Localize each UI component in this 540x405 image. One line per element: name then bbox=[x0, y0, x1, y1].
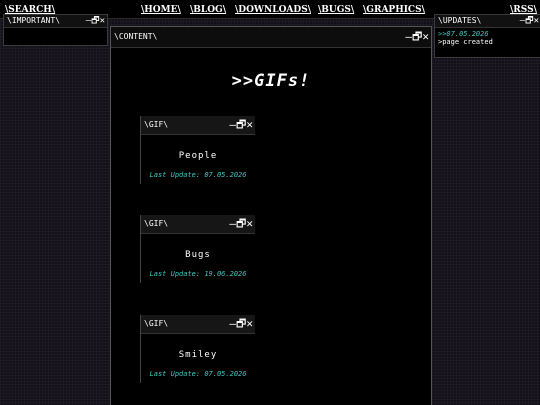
close-icon[interactable]: ✕ bbox=[534, 15, 540, 27]
close-icon[interactable]: ✕ bbox=[246, 116, 253, 134]
update-entry: >page created bbox=[438, 38, 493, 46]
gif-card-titlebar: \GIF\ —🗗✕ bbox=[141, 215, 255, 234]
updates-window-title: \UPDATES\ bbox=[438, 16, 482, 25]
gif-card-titlebar: \GIF\ —🗗✕ bbox=[141, 315, 255, 334]
gif-card-name[interactable]: Smiley bbox=[141, 350, 255, 360]
gif-card-titlebar: \GIF\ —🗗✕ bbox=[141, 116, 255, 135]
gif-card-people[interactable]: \GIF\ —🗗✕ People Last Update: 07.05.2026 bbox=[140, 116, 255, 184]
gif-card-name[interactable]: People bbox=[141, 151, 255, 161]
restore-icon[interactable]: 🗗 bbox=[236, 315, 246, 333]
gif-card-last-update: Last Update: 07.05.2026 bbox=[149, 370, 247, 378]
important-window-title: \IMPORTANT\ bbox=[7, 16, 60, 25]
minimize-icon[interactable]: — bbox=[405, 27, 412, 47]
close-icon[interactable]: ✕ bbox=[246, 315, 253, 333]
restore-icon[interactable]: 🗗 bbox=[236, 116, 246, 134]
gif-card-name[interactable]: Bugs bbox=[141, 250, 255, 260]
content-window-titlebar: \CONTENT\ —🗗✕ bbox=[111, 27, 431, 48]
updates-body: >>07.05.2026 >page created bbox=[435, 28, 540, 48]
update-date: >>07.05.2026 bbox=[438, 30, 489, 38]
updates-window-titlebar: \UPDATES\ —🗗✕ bbox=[435, 15, 540, 28]
nav-bugs-link[interactable]: \BUGS\ bbox=[318, 5, 354, 15]
minimize-icon[interactable]: — bbox=[86, 15, 92, 27]
gif-card-title: \GIF\ bbox=[144, 120, 169, 129]
restore-icon[interactable]: 🗗 bbox=[412, 27, 422, 47]
gif-card-last-update: Last Update: 19.06.2026 bbox=[149, 270, 247, 278]
minimize-icon[interactable]: — bbox=[229, 116, 236, 134]
close-icon[interactable]: ✕ bbox=[422, 27, 429, 47]
nav-downloads-link[interactable]: \DOWNLOADS\ bbox=[235, 5, 311, 15]
close-icon[interactable]: ✕ bbox=[100, 15, 106, 27]
nav-graphics-link[interactable]: \GRAPHICS\ bbox=[363, 5, 425, 15]
gif-card-title: \GIF\ bbox=[144, 219, 169, 228]
gif-card-smiley[interactable]: \GIF\ —🗗✕ Smiley Last Update: 07.05.2026 bbox=[140, 315, 255, 383]
gif-card-bugs[interactable]: \GIF\ —🗗✕ Bugs Last Update: 19.06.2026 bbox=[140, 215, 255, 283]
important-window: \IMPORTANT\ —🗗✕ bbox=[3, 14, 108, 46]
restore-icon[interactable]: 🗗 bbox=[525, 15, 534, 27]
restore-icon[interactable]: 🗗 bbox=[91, 15, 100, 27]
nav-blog-link[interactable]: \BLOG\ bbox=[190, 5, 226, 15]
minimize-icon[interactable]: — bbox=[520, 15, 526, 27]
content-window: \CONTENT\ —🗗✕ >>GIFs! \GIF\ —🗗✕ People L… bbox=[110, 26, 432, 405]
content-window-title: \CONTENT\ bbox=[114, 32, 158, 41]
updates-window: \UPDATES\ —🗗✕ >>07.05.2026 >page created bbox=[434, 14, 540, 58]
minimize-icon[interactable]: — bbox=[229, 315, 236, 333]
nav-home-link[interactable]: \HOME\ bbox=[141, 5, 181, 15]
minimize-icon[interactable]: — bbox=[229, 215, 236, 233]
gif-card-title: \GIF\ bbox=[144, 319, 169, 328]
gif-card-last-update: Last Update: 07.05.2026 bbox=[149, 171, 247, 179]
page-heading: >>GIFs! bbox=[231, 71, 311, 91]
close-icon[interactable]: ✕ bbox=[246, 215, 253, 233]
important-window-titlebar: \IMPORTANT\ —🗗✕ bbox=[4, 15, 107, 28]
restore-icon[interactable]: 🗗 bbox=[236, 215, 246, 233]
